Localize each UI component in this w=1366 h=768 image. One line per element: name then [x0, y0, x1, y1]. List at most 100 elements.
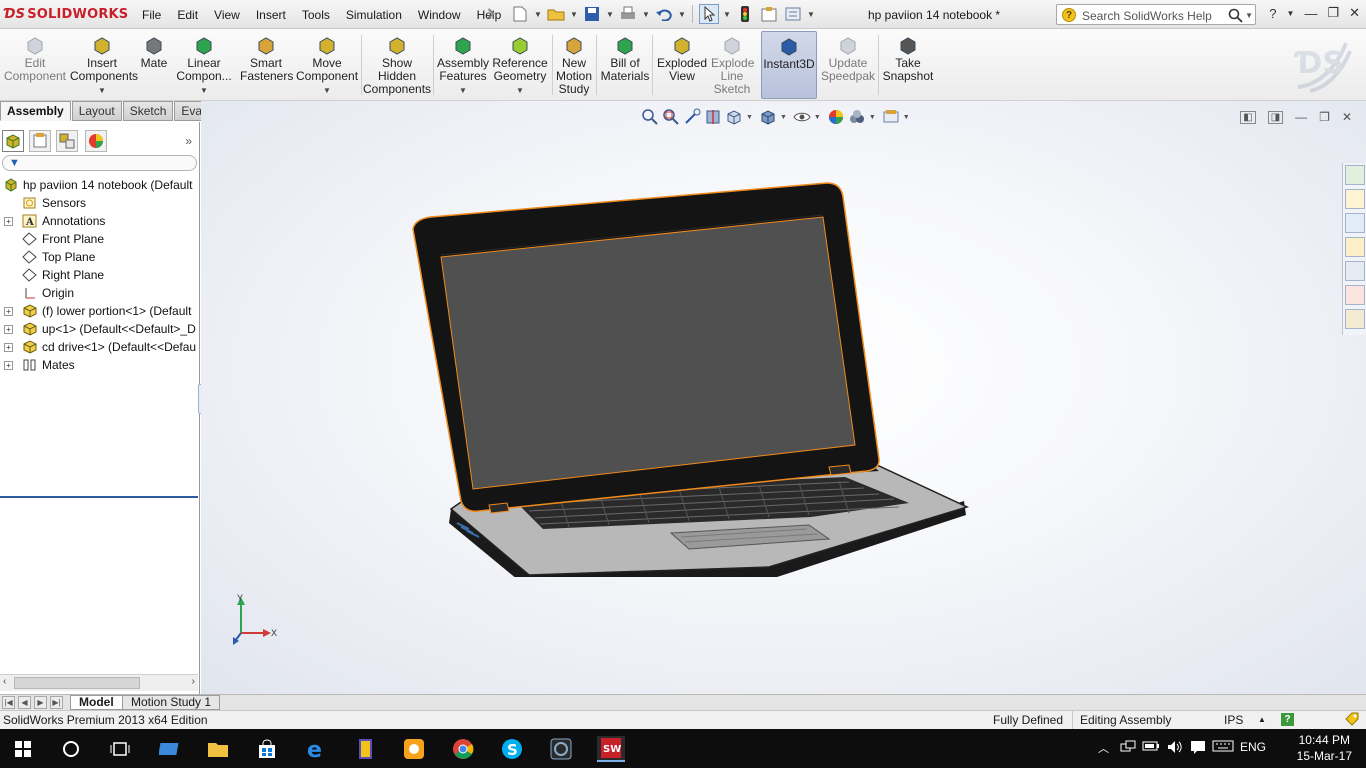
- open-dropdown-icon[interactable]: ▼: [570, 4, 578, 24]
- restore-icon[interactable]: ❐: [1327, 5, 1339, 21]
- document-close-icon[interactable]: ✕: [1342, 110, 1352, 124]
- undo-dropdown-icon[interactable]: ▼: [678, 4, 686, 24]
- edge-browser-icon[interactable]: e: [303, 736, 329, 762]
- viewport-split-left-icon[interactable]: ◧: [1240, 110, 1256, 124]
- help-icon[interactable]: ?: [1269, 6, 1276, 21]
- chevron-down-icon[interactable]: ▼: [173, 84, 235, 97]
- action-center-icon[interactable]: [1190, 739, 1206, 758]
- tree-item-origin[interactable]: Origin: [0, 284, 198, 302]
- book-app-icon[interactable]: [352, 736, 378, 762]
- network-icon[interactable]: [1120, 739, 1136, 758]
- edit-component-button[interactable]: Edit Component: [2, 31, 68, 99]
- file-properties-icon[interactable]: [759, 4, 779, 24]
- open-folder-pane-icon[interactable]: [1345, 237, 1365, 257]
- rebuild-help-icon[interactable]: ?: [1281, 713, 1294, 726]
- tree-root[interactable]: hp paviion 14 notebook (Default: [0, 176, 198, 194]
- command-tab-assembly[interactable]: Assembly: [0, 101, 71, 121]
- insert-components-button[interactable]: Insert Components ▼: [70, 31, 138, 99]
- tab-prev-icon[interactable]: ◀: [18, 696, 31, 709]
- volume-icon[interactable]: [1166, 739, 1184, 758]
- tree-filter-input[interactable]: ▼: [2, 155, 197, 171]
- design-library-icon[interactable]: [1345, 189, 1365, 209]
- tree-item-up[interactable]: + up<1> (Default<<Default>_D: [0, 320, 198, 338]
- menu-item-simulation[interactable]: Simulation: [338, 8, 410, 22]
- previous-view-icon[interactable]: [683, 108, 701, 126]
- exploded-view-button[interactable]: Exploded View: [655, 31, 709, 99]
- assembly-features-button[interactable]: Assembly Features ▼: [437, 31, 489, 99]
- chevron-down-icon[interactable]: ▼: [491, 84, 549, 97]
- menu-item-tools[interactable]: Tools: [294, 8, 338, 22]
- display-style-icon[interactable]: [759, 108, 777, 126]
- menu-item-edit[interactable]: Edit: [169, 8, 206, 22]
- tree-item-right[interactable]: Right Plane: [0, 266, 198, 284]
- language-indicator[interactable]: ENG: [1240, 740, 1266, 754]
- battery-icon[interactable]: [1142, 740, 1160, 755]
- command-tab-sketch[interactable]: Sketch: [122, 101, 174, 121]
- scroll-thumb[interactable]: [14, 677, 140, 689]
- command-tab-layout[interactable]: Layout: [71, 101, 122, 121]
- appearances-icon[interactable]: [1345, 285, 1365, 305]
- speedpak-button[interactable]: Update Speedpak: [820, 31, 876, 99]
- motion-study-button[interactable]: New Motion Study: [554, 31, 594, 99]
- system-clock[interactable]: 10:44 PM 15-Mar-17: [1297, 732, 1352, 764]
- explode-line-button[interactable]: Explode Line Sketch: [711, 31, 754, 99]
- open-folder-icon[interactable]: [546, 4, 566, 24]
- cortana-search-icon[interactable]: [58, 736, 84, 762]
- document-restore-icon[interactable]: ❐: [1319, 110, 1330, 124]
- file-explorer-taskbar-icon[interactable]: [205, 736, 231, 762]
- solidworks-taskbar-icon[interactable]: SW: [597, 736, 625, 762]
- tab-model[interactable]: Model: [70, 695, 123, 710]
- zoom-to-area-icon[interactable]: [662, 108, 680, 126]
- expand-panel-icon[interactable]: »: [185, 134, 192, 148]
- feature-manager-tab-icon[interactable]: [2, 130, 24, 152]
- menu-item-file[interactable]: File: [134, 8, 169, 22]
- settings-app-icon[interactable]: [548, 736, 574, 762]
- tree-item-sensors[interactable]: Sensors: [0, 194, 198, 212]
- tab-last-icon[interactable]: ▶|: [50, 696, 63, 709]
- hide-show-items-icon[interactable]: [793, 108, 811, 126]
- tree-item-f[interactable]: + (f) lower portion<1> (Default: [0, 302, 198, 320]
- solidworks-logo[interactable]: ƊS SOLIDWORKS: [4, 7, 128, 22]
- chevron-down-icon[interactable]: ▼: [437, 84, 489, 97]
- new-dropdown-icon[interactable]: ▼: [534, 4, 542, 24]
- tree-item-front[interactable]: Front Plane: [0, 230, 198, 248]
- orange-app-icon[interactable]: [401, 736, 427, 762]
- solidworks-resources-icon[interactable]: [1345, 165, 1365, 185]
- tree-item-top[interactable]: Top Plane: [0, 248, 198, 266]
- tree-item-mates[interactable]: + Mates: [0, 356, 198, 374]
- tree-horizontal-scrollbar[interactable]: ‹ ›: [0, 674, 198, 691]
- scroll-right-icon[interactable]: ›: [192, 676, 195, 687]
- graphics-area[interactable]: ▼ ▼ ▼ ▼ ▼ ◧ ◨ — ❐ ✕ Y X: [201, 101, 1366, 694]
- laptop-3d-model[interactable]: [409, 177, 974, 577]
- windows-start-icon[interactable]: [10, 736, 36, 762]
- print-icon[interactable]: [618, 4, 638, 24]
- new-document-icon[interactable]: [510, 4, 530, 24]
- tab-first-icon[interactable]: |◀: [2, 696, 15, 709]
- scroll-left-icon[interactable]: ‹: [3, 676, 6, 687]
- help-dropdown-icon[interactable]: ▼: [1287, 9, 1295, 18]
- view-orientation-icon[interactable]: [725, 108, 743, 126]
- display-style-dropdown-icon[interactable]: ▼: [780, 114, 787, 121]
- expand-icon[interactable]: +: [4, 307, 13, 316]
- keyboard-icon[interactable]: [1212, 740, 1234, 755]
- edit-appearance-icon[interactable]: [827, 108, 845, 126]
- tab-next-icon[interactable]: ▶: [34, 696, 47, 709]
- status-units[interactable]: IPS: [1224, 711, 1243, 729]
- select-cursor-icon[interactable]: [699, 4, 719, 24]
- viewport-split-right-icon[interactable]: ◨: [1267, 110, 1284, 124]
- snapshot-button[interactable]: Take Snapshot: [880, 31, 936, 99]
- custom-properties-icon[interactable]: [1345, 309, 1365, 329]
- search-dropdown-icon[interactable]: ▼: [1245, 11, 1253, 20]
- pin-menu-icon[interactable]: [484, 6, 500, 22]
- instant3d-button[interactable]: Instant3D: [761, 31, 817, 99]
- smart-fasteners-button[interactable]: Smart Fasteners: [240, 31, 293, 99]
- task-view-icon[interactable]: [107, 736, 133, 762]
- chevron-down-icon[interactable]: ▼: [296, 84, 358, 97]
- expand-icon[interactable]: +: [4, 343, 13, 352]
- menu-item-window[interactable]: Window: [410, 8, 469, 22]
- bom-button[interactable]: Bill of Materials: [600, 31, 650, 99]
- reference-geometry-button[interactable]: Reference Geometry ▼: [491, 31, 549, 99]
- show-hidden-button[interactable]: Show Hidden Components: [363, 31, 431, 99]
- menu-item-insert[interactable]: Insert: [248, 8, 294, 22]
- view-settings-dropdown-icon[interactable]: ▼: [903, 114, 910, 121]
